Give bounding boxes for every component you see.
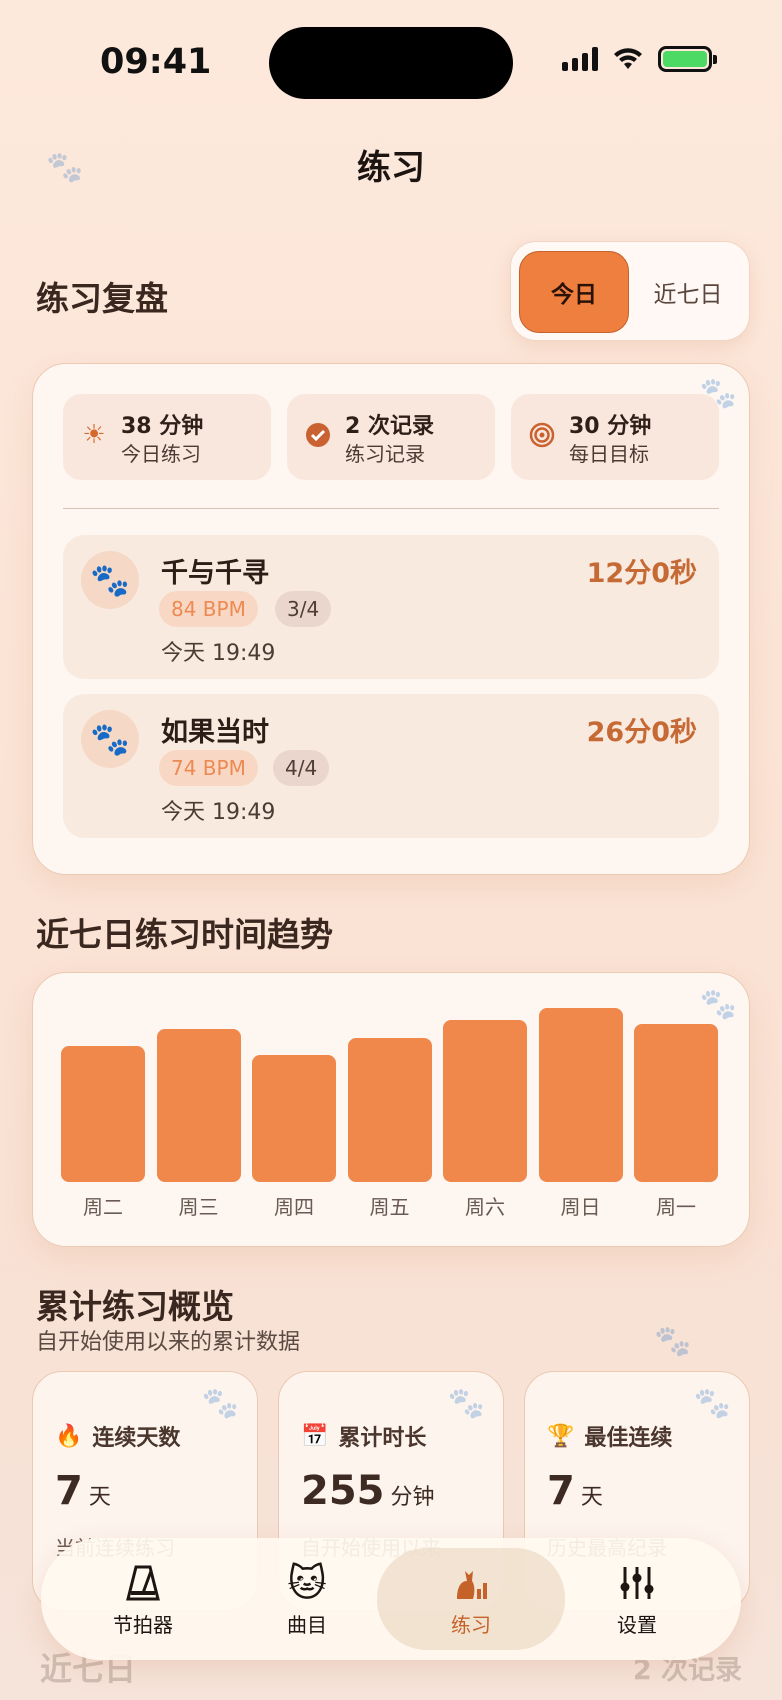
tab-bar: 节拍器 🐱 曲目 练习 设置	[41, 1538, 741, 1660]
stat-today-practice: ☀ 38 分钟 今日练习	[63, 394, 271, 480]
trend-bar	[634, 1024, 718, 1182]
page-title: 练习	[357, 148, 425, 188]
tab-metronome[interactable]: 节拍器	[61, 1548, 225, 1650]
trend-bar	[252, 1055, 336, 1182]
total-time-label: 累计时长	[338, 1426, 427, 1451]
total-time-header: 📅 累计时长	[301, 1420, 426, 1452]
overview-section-title: 累计练习概览	[36, 1287, 234, 1326]
total-time-value: 255 分钟	[301, 1468, 435, 1514]
stat-label: 每日目标	[569, 442, 649, 466]
flame-icon: 🔥	[55, 1423, 83, 1449]
paw-decoration-icon: 🐾	[46, 150, 84, 185]
total-time-number: 255	[301, 1468, 385, 1514]
metronome-icon	[123, 1561, 163, 1605]
record-time: 今天 19:49	[161, 800, 276, 825]
tab-label: 节拍器	[113, 1612, 173, 1637]
record-duration: 26分0秒	[586, 717, 697, 748]
best-streak-unit: 天	[580, 1485, 603, 1510]
streak-header: 🔥 连续天数	[55, 1420, 180, 1452]
bpm-tag: 74 BPM	[159, 750, 258, 786]
cat-music-icon: 🐱	[287, 1560, 327, 1605]
stat-value: 38 分钟	[121, 414, 204, 439]
period-segmented-control: 今日 近七日	[510, 241, 750, 341]
target-icon	[527, 420, 557, 450]
stat-value: 30 分钟	[569, 414, 652, 439]
check-circle-icon	[303, 420, 333, 450]
trend-chart-card: 🐾 周二 周三 周四 周五 周六 周日 周一	[32, 972, 750, 1247]
paw-decoration-icon: 🐾	[201, 1386, 239, 1421]
best-streak-header: 🏆 最佳连续	[547, 1420, 672, 1452]
trend-section-title: 近七日练习时间趋势	[36, 915, 333, 954]
trend-bar-label: 周二	[83, 1195, 123, 1219]
stat-value: 2 次记录	[345, 414, 434, 439]
best-streak-label: 最佳连续	[584, 1426, 673, 1451]
tab-label: 设置	[617, 1612, 657, 1637]
streak-value: 7天	[55, 1468, 111, 1514]
tab-practice[interactable]: 练习	[377, 1548, 565, 1650]
review-section-title: 练习复盘	[36, 279, 168, 318]
trend-bar-label: 周日	[560, 1195, 601, 1219]
cat-chart-icon	[451, 1561, 491, 1605]
total-time-unit: 分钟	[390, 1485, 435, 1510]
paw-decoration-icon: 🐾	[693, 1386, 731, 1421]
sun-icon: ☀	[82, 420, 106, 450]
trend-bar	[538, 1008, 623, 1182]
record-time: 今天 19:49	[161, 641, 276, 666]
trend-bar-label: 周五	[369, 1195, 410, 1219]
trend-bar	[156, 1029, 241, 1182]
streak-unit: 天	[88, 1485, 111, 1510]
review-card: 🐾 ☀ 38 分钟 今日练习 2 次记录 练习记录 30 分钟 每日目标 🐾 千…	[32, 363, 750, 875]
bpm-tag: 84 BPM	[159, 591, 258, 627]
paw-icon: 🐾	[81, 551, 139, 609]
trend-bar	[347, 1038, 432, 1182]
stat-label: 今日练习	[121, 442, 201, 466]
wifi-icon	[614, 48, 642, 69]
record-duration: 12分0秒	[586, 558, 697, 589]
paw-decoration-icon: 🐾	[654, 1324, 692, 1359]
sliders-icon	[617, 1561, 657, 1605]
status-time: 09:41	[100, 42, 212, 82]
status-icons	[562, 46, 717, 72]
segment-today[interactable]: 今日	[519, 251, 629, 333]
paw-decoration-icon: 🐾	[447, 1386, 485, 1421]
time-signature-tag: 3/4	[275, 591, 332, 627]
practice-record[interactable]: 🐾 千与千寻 12分0秒 84 BPM 3/4 今天 19:49	[63, 535, 719, 679]
trend-bar-label: 周一	[656, 1195, 696, 1219]
paw-decoration-icon: 🐾	[699, 987, 737, 1022]
best-streak-number: 7	[547, 1468, 575, 1514]
calendar-icon: 📅	[301, 1423, 329, 1449]
paw-icon: 🐾	[81, 710, 139, 768]
segment-seven-days[interactable]: 近七日	[631, 251, 745, 333]
cellular-signal-icon	[562, 47, 598, 71]
trend-bar-label: 周三	[178, 1195, 219, 1219]
dynamic-island	[269, 27, 513, 99]
stat-records: 2 次记录 练习记录	[287, 394, 495, 480]
record-title: 如果当时	[161, 717, 269, 748]
record-title: 千与千寻	[161, 558, 269, 589]
tab-settings[interactable]: 设置	[555, 1548, 719, 1650]
time-signature-tag: 4/4	[273, 750, 330, 786]
divider	[63, 508, 719, 509]
stat-label: 练习记录	[345, 442, 425, 466]
trend-bar	[443, 1020, 527, 1182]
stat-daily-goal: 30 分钟 每日目标	[511, 394, 719, 480]
tab-label: 曲目	[287, 1612, 327, 1637]
status-bar: 09:41	[0, 0, 782, 120]
tab-songs[interactable]: 🐱 曲目	[225, 1548, 389, 1650]
trend-bar-label: 周四	[274, 1195, 314, 1219]
trend-bar	[61, 1046, 145, 1182]
streak-label: 连续天数	[92, 1426, 181, 1451]
best-streak-value: 7天	[547, 1468, 603, 1514]
streak-number: 7	[55, 1468, 83, 1514]
overview-subtitle: 自开始使用以来的累计数据	[36, 1330, 301, 1355]
practice-record[interactable]: 🐾 如果当时 26分0秒 74 BPM 4/4 今天 19:49	[63, 694, 719, 838]
battery-icon	[658, 46, 717, 72]
trophy-icon: 🏆	[547, 1423, 575, 1449]
trend-bar-label: 周六	[465, 1195, 505, 1219]
tab-label: 练习	[451, 1612, 491, 1637]
